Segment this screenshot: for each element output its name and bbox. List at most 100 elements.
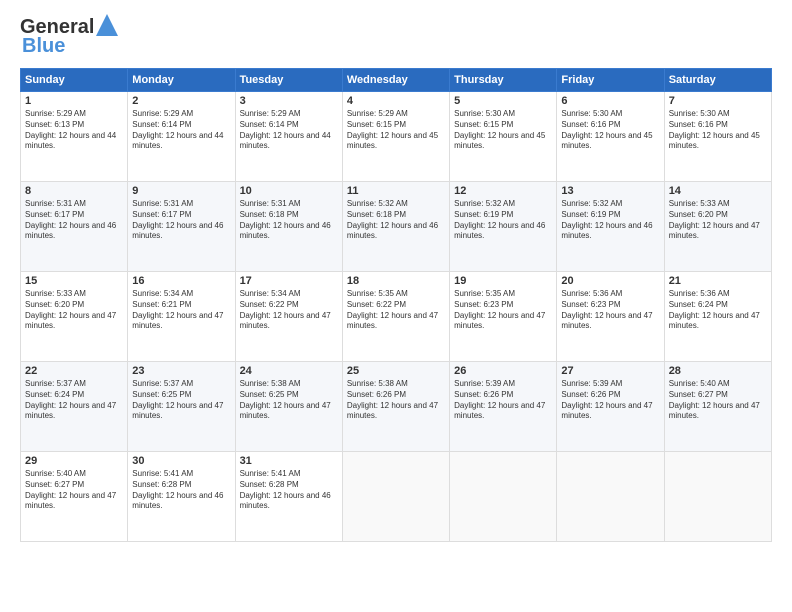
header-tuesday: Tuesday	[235, 69, 342, 92]
calendar-cell: 20 Sunrise: 5:36 AMSunset: 6:23 PMDayligh…	[557, 272, 664, 362]
cell-content: Sunrise: 5:30 AMSunset: 6:16 PMDaylight:…	[561, 109, 659, 152]
cell-content: Sunrise: 5:39 AMSunset: 6:26 PMDaylight:…	[454, 379, 552, 422]
calendar-cell: 13 Sunrise: 5:32 AMSunset: 6:19 PMDayligh…	[557, 182, 664, 272]
cell-content: Sunrise: 5:33 AMSunset: 6:20 PMDaylight:…	[669, 199, 767, 242]
day-number: 25	[347, 365, 445, 377]
day-number: 14	[669, 185, 767, 197]
cell-content: Sunrise: 5:30 AMSunset: 6:15 PMDaylight:…	[454, 109, 552, 152]
header-monday: Monday	[128, 69, 235, 92]
calendar-cell: 5 Sunrise: 5:30 AMSunset: 6:15 PMDaylight…	[450, 92, 557, 182]
cell-content: Sunrise: 5:34 AMSunset: 6:22 PMDaylight:…	[240, 289, 338, 332]
cell-content: Sunrise: 5:37 AMSunset: 6:24 PMDaylight:…	[25, 379, 123, 422]
cell-content: Sunrise: 5:40 AMSunset: 6:27 PMDaylight:…	[669, 379, 767, 422]
day-number: 27	[561, 365, 659, 377]
day-number: 4	[347, 95, 445, 107]
calendar-cell: 15 Sunrise: 5:33 AMSunset: 6:20 PMDayligh…	[21, 272, 128, 362]
day-number: 28	[669, 365, 767, 377]
header-thursday: Thursday	[450, 69, 557, 92]
week-row-5: 29 Sunrise: 5:40 AMSunset: 6:27 PMDayligh…	[21, 452, 772, 542]
calendar-cell	[557, 452, 664, 542]
cell-content: Sunrise: 5:39 AMSunset: 6:26 PMDaylight:…	[561, 379, 659, 422]
header-saturday: Saturday	[664, 69, 771, 92]
cell-content: Sunrise: 5:31 AMSunset: 6:17 PMDaylight:…	[132, 199, 230, 242]
day-number: 16	[132, 275, 230, 287]
cell-content: Sunrise: 5:38 AMSunset: 6:26 PMDaylight:…	[347, 379, 445, 422]
calendar-cell: 9 Sunrise: 5:31 AMSunset: 6:17 PMDaylight…	[128, 182, 235, 272]
day-number: 1	[25, 95, 123, 107]
day-number: 10	[240, 185, 338, 197]
calendar-cell	[342, 452, 449, 542]
calendar-cell: 10Sunrise: 5:31 AMSunset: 6:18 PMDayligh…	[235, 182, 342, 272]
calendar-cell: 1Sunrise: 5:29 AMSunset: 6:13 PMDaylight…	[21, 92, 128, 182]
day-number: 30	[132, 455, 230, 467]
day-number: 3	[240, 95, 338, 107]
day-number: 26	[454, 365, 552, 377]
cell-content: Sunrise: 5:35 AMSunset: 6:22 PMDaylight:…	[347, 289, 445, 332]
header-friday: Friday	[557, 69, 664, 92]
cell-content: Sunrise: 5:37 AMSunset: 6:25 PMDaylight:…	[132, 379, 230, 422]
calendar-cell: 19 Sunrise: 5:35 AMSunset: 6:23 PMDayligh…	[450, 272, 557, 362]
calendar-cell: 31Sunrise: 5:41 AMSunset: 6:28 PMDayligh…	[235, 452, 342, 542]
day-number: 12	[454, 185, 552, 197]
day-number: 9	[132, 185, 230, 197]
calendar-header-row: SundayMondayTuesdayWednesdayThursdayFrid…	[21, 69, 772, 92]
day-number: 5	[454, 95, 552, 107]
day-number: 31	[240, 455, 338, 467]
calendar-cell: 27 Sunrise: 5:39 AMSunset: 6:26 PMDayligh…	[557, 362, 664, 452]
day-number: 8	[25, 185, 123, 197]
cell-content: Sunrise: 5:31 AMSunset: 6:17 PMDaylight:…	[25, 199, 123, 242]
day-number: 20	[561, 275, 659, 287]
logo-blue: Blue	[22, 35, 65, 58]
cell-content: Sunrise: 5:36 AMSunset: 6:24 PMDaylight:…	[669, 289, 767, 332]
day-number: 13	[561, 185, 659, 197]
day-number: 15	[25, 275, 123, 287]
cell-content: Sunrise: 5:35 AMSunset: 6:23 PMDaylight:…	[454, 289, 552, 332]
day-number: 11	[347, 185, 445, 197]
week-row-3: 15 Sunrise: 5:33 AMSunset: 6:20 PMDayligh…	[21, 272, 772, 362]
calendar-cell	[664, 452, 771, 542]
day-number: 17	[240, 275, 338, 287]
week-row-1: 1Sunrise: 5:29 AMSunset: 6:13 PMDaylight…	[21, 92, 772, 182]
day-number: 19	[454, 275, 552, 287]
cell-content: Sunrise: 5:29 AMSunset: 6:14 PMDaylight:…	[240, 109, 338, 152]
day-number: 2	[132, 95, 230, 107]
day-number: 29	[25, 455, 123, 467]
calendar-cell: 26 Sunrise: 5:39 AMSunset: 6:26 PMDayligh…	[450, 362, 557, 452]
cell-content: Sunrise: 5:34 AMSunset: 6:21 PMDaylight:…	[132, 289, 230, 332]
calendar-cell: 4 Sunrise: 5:29 AMSunset: 6:15 PMDaylight…	[342, 92, 449, 182]
calendar-cell: 11Sunrise: 5:32 AMSunset: 6:18 PMDayligh…	[342, 182, 449, 272]
calendar-cell: 24 Sunrise: 5:38 AMSunset: 6:25 PMDayligh…	[235, 362, 342, 452]
calendar-table: SundayMondayTuesdayWednesdayThursdayFrid…	[20, 68, 772, 542]
calendar-cell: 29 Sunrise: 5:40 AMSunset: 6:27 PMDayligh…	[21, 452, 128, 542]
calendar-cell: 30 Sunrise: 5:41 AMSunset: 6:28 PMDayligh…	[128, 452, 235, 542]
header-wednesday: Wednesday	[342, 69, 449, 92]
calendar-cell: 2Sunrise: 5:29 AMSunset: 6:14 PMDaylight…	[128, 92, 235, 182]
day-number: 7	[669, 95, 767, 107]
cell-content: Sunrise: 5:29 AMSunset: 6:15 PMDaylight:…	[347, 109, 445, 152]
calendar-cell: 8 Sunrise: 5:31 AMSunset: 6:17 PMDaylight…	[21, 182, 128, 272]
calendar-cell: 12Sunrise: 5:32 AMSunset: 6:19 PMDayligh…	[450, 182, 557, 272]
cell-content: Sunrise: 5:36 AMSunset: 6:23 PMDaylight:…	[561, 289, 659, 332]
calendar-cell	[450, 452, 557, 542]
calendar-cell: 28 Sunrise: 5:40 AMSunset: 6:27 PMDayligh…	[664, 362, 771, 452]
day-number: 23	[132, 365, 230, 377]
calendar-cell: 16 Sunrise: 5:34 AMSunset: 6:21 PMDayligh…	[128, 272, 235, 362]
cell-content: Sunrise: 5:38 AMSunset: 6:25 PMDaylight:…	[240, 379, 338, 422]
header: General Blue	[20, 16, 772, 58]
calendar-cell: 17 Sunrise: 5:34 AMSunset: 6:22 PMDayligh…	[235, 272, 342, 362]
logo: General Blue	[20, 16, 118, 58]
calendar-cell: 25 Sunrise: 5:38 AMSunset: 6:26 PMDayligh…	[342, 362, 449, 452]
cell-content: Sunrise: 5:41 AMSunset: 6:28 PMDaylight:…	[132, 469, 230, 512]
day-number: 6	[561, 95, 659, 107]
day-number: 24	[240, 365, 338, 377]
page: General Blue SundayMondayTuesdayWednesda…	[0, 0, 792, 612]
week-row-4: 22Sunrise: 5:37 AMSunset: 6:24 PMDayligh…	[21, 362, 772, 452]
calendar-cell: 3 Sunrise: 5:29 AMSunset: 6:14 PMDaylight…	[235, 92, 342, 182]
calendar-cell: 18Sunrise: 5:35 AMSunset: 6:22 PMDayligh…	[342, 272, 449, 362]
day-number: 21	[669, 275, 767, 287]
cell-content: Sunrise: 5:32 AMSunset: 6:19 PMDaylight:…	[561, 199, 659, 242]
cell-content: Sunrise: 5:33 AMSunset: 6:20 PMDaylight:…	[25, 289, 123, 332]
calendar-cell: 6 Sunrise: 5:30 AMSunset: 6:16 PMDaylight…	[557, 92, 664, 182]
cell-content: Sunrise: 5:40 AMSunset: 6:27 PMDaylight:…	[25, 469, 123, 512]
cell-content: Sunrise: 5:30 AMSunset: 6:16 PMDaylight:…	[669, 109, 767, 152]
